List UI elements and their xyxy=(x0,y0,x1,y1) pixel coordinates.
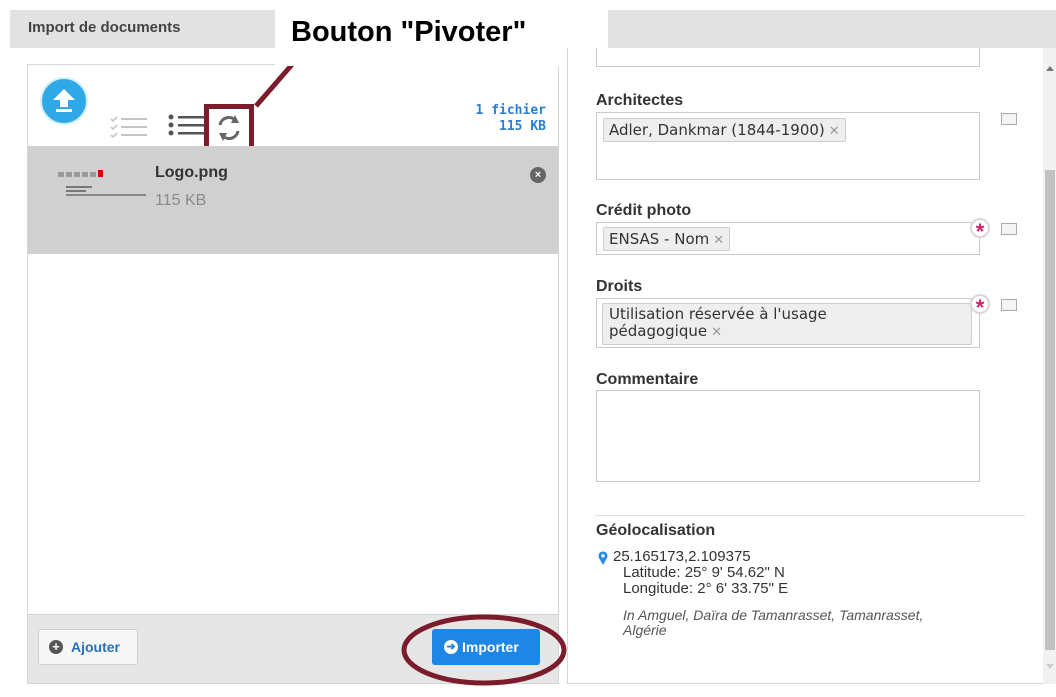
scrollbar-thumb[interactable] xyxy=(1045,170,1055,650)
credit-label: Crédit photo xyxy=(596,202,692,219)
map-pin-icon xyxy=(598,551,608,565)
required-icon: * xyxy=(970,294,990,320)
geo-address-line2: Algérie xyxy=(623,622,667,638)
commentaire-label: Commentaire xyxy=(596,371,699,388)
header-title: Import de documents xyxy=(28,19,181,36)
upload-button[interactable] xyxy=(40,77,88,125)
commentaire-field[interactable] xyxy=(596,390,980,482)
upload-icon xyxy=(53,89,75,112)
geo-address-line1: In Amguel, Daïra de Tamanrasset, Tamanra… xyxy=(623,607,924,623)
file-count: 1 fichier xyxy=(475,103,546,118)
droits-field[interactable]: Utilisation réservée à l'usage pédagogiq… xyxy=(596,298,980,348)
rotate-icon xyxy=(218,115,240,141)
remove-tag-icon[interactable]: ✕ xyxy=(713,233,724,248)
geo-coords: 25.165173,2.109375 xyxy=(613,548,751,565)
credit-tag[interactable]: ENSAS - Nom ✕ xyxy=(603,227,731,251)
geo-latitude: Latitude: 25° 9' 54.62" N xyxy=(623,564,785,581)
file-thumbnail xyxy=(58,170,146,196)
previous-field-box[interactable] xyxy=(596,48,980,67)
file-size: 115 KB xyxy=(155,192,207,209)
book-icon[interactable] xyxy=(1001,223,1017,235)
remove-tag-icon[interactable]: ✕ xyxy=(829,124,840,139)
architecte-tag[interactable]: Adler, Dankmar (1844-1900) ✕ xyxy=(603,118,846,142)
droits-label: Droits xyxy=(596,278,643,295)
credit-field[interactable]: ENSAS - Nom ✕ xyxy=(596,222,980,255)
architectes-field[interactable]: Adler, Dankmar (1844-1900) ✕ xyxy=(596,112,980,180)
total-size: 115 KB xyxy=(499,119,546,134)
remove-tag-icon[interactable]: ✕ xyxy=(711,325,722,340)
book-icon[interactable] xyxy=(1001,113,1017,125)
list-icon[interactable] xyxy=(166,112,208,138)
geo-label: Géolocalisation xyxy=(596,522,716,539)
scroll-down-icon[interactable] xyxy=(1046,664,1054,669)
geo-longitude: Longitude: 2° 6' 33.75" E xyxy=(623,580,789,597)
separator xyxy=(595,515,1025,516)
annotation-ellipse xyxy=(401,614,567,686)
close-icon[interactable]: × xyxy=(530,167,546,183)
file-name: Logo.png xyxy=(155,164,228,181)
list-check-icon[interactable] xyxy=(109,114,151,138)
droits-tag[interactable]: Utilisation réservée à l'usage pédagogiq… xyxy=(602,303,972,345)
rotate-button[interactable] xyxy=(204,104,254,152)
plus-icon: + xyxy=(49,640,63,654)
architectes-label: Architectes xyxy=(596,92,684,109)
scroll-up-icon[interactable] xyxy=(1046,66,1054,71)
book-icon[interactable] xyxy=(1001,299,1017,311)
required-icon: * xyxy=(970,218,990,244)
annotation-label: Bouton "Pivoter" xyxy=(275,10,608,66)
